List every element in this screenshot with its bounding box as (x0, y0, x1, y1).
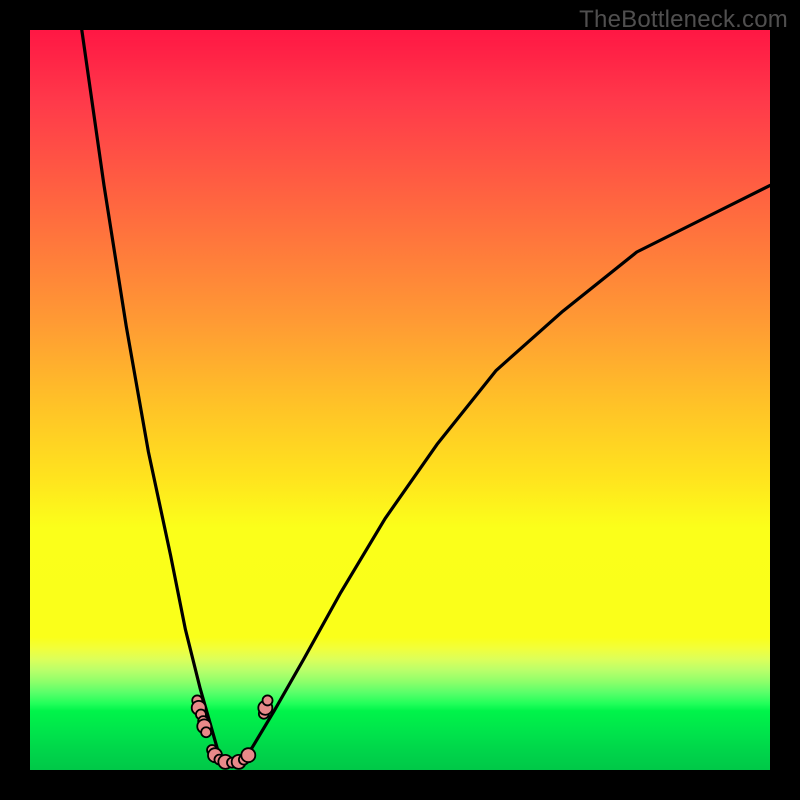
plot-area (30, 30, 770, 770)
bottleneck-curve (82, 30, 770, 766)
chart-stage: TheBottleneck.com (0, 0, 800, 800)
chart-svg (30, 30, 770, 770)
